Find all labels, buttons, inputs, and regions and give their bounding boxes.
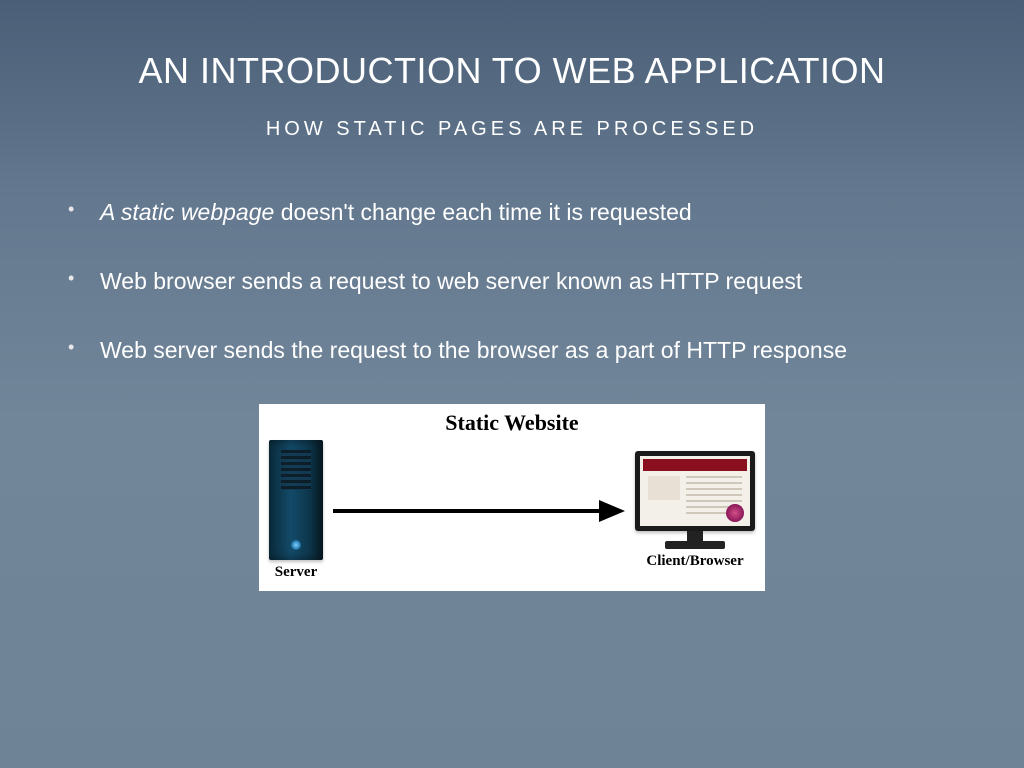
monitor-icon — [635, 451, 755, 549]
client-label: Client/Browser — [646, 553, 743, 570]
diagram-title: Static Website — [269, 410, 755, 436]
list-item: Web server sends the request to the brow… — [60, 335, 964, 366]
diagram: Static Website Server — [259, 404, 765, 591]
bullet-text: Web browser sends a request to web serve… — [100, 268, 802, 294]
slide: AN INTRODUCTION TO WEB APPLICATION HOW S… — [0, 0, 1024, 768]
slide-subtitle: HOW STATIC PAGES ARE PROCESSED — [60, 118, 964, 141]
list-item: Web browser sends a request to web serve… — [60, 266, 964, 297]
arrow-right-icon — [333, 499, 625, 523]
bullet-list: A static webpage doesn't change each tim… — [60, 197, 964, 366]
monitor-screen — [640, 456, 750, 526]
arrow-head — [599, 500, 625, 522]
bullet-text: doesn't change each time it is requested — [274, 199, 691, 225]
screen-badge-icon — [726, 504, 744, 522]
server-column: Server — [269, 440, 323, 581]
bullet-italic-lead: A static webpage — [100, 199, 274, 225]
slide-title: AN INTRODUCTION TO WEB APPLICATION — [60, 50, 964, 92]
monitor-neck — [687, 531, 703, 541]
bullet-text: Web server sends the request to the brow… — [100, 337, 847, 363]
monitor-frame — [635, 451, 755, 531]
client-column: Client/Browser — [635, 451, 755, 570]
diagram-row: Server Client/Browser — [269, 440, 755, 581]
arrow-line — [333, 509, 599, 513]
list-item: A static webpage doesn't change each tim… — [60, 197, 964, 228]
monitor-base — [665, 541, 725, 549]
server-label: Server — [275, 564, 317, 581]
server-tower-icon — [269, 440, 323, 560]
